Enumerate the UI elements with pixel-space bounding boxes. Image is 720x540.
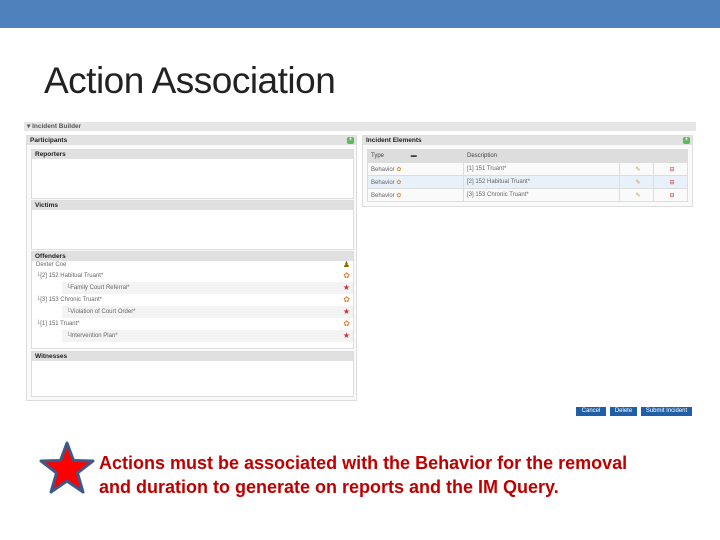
victims-section: Victims [31, 200, 354, 250]
behavior-icon: ✿ [396, 192, 402, 199]
behavior-row: └[3] 153 Chronic Truant* ✿ [36, 295, 350, 304]
type-cell: Behavior [371, 192, 395, 199]
reporters-section: Reporters [31, 149, 354, 199]
people-icon[interactable]: ♟ [343, 261, 350, 269]
reporters-header: Reporters [32, 150, 353, 159]
behavior-label: [2] 152 Habitual Truant* [40, 273, 104, 279]
action-star-icon[interactable]: ★ [343, 308, 350, 316]
behavior-row: └[2] 152 Habitual Truant* ✿ [36, 271, 350, 280]
elements-table-wrap: Type ▬ Description Behavior ✿ [1] 151 Trua… [367, 149, 688, 202]
remove-icon[interactable]: ⊟ [653, 188, 688, 202]
description-cell: [2] 152 Habitual Truant* [463, 175, 620, 189]
table-row[interactable]: Behavior ✿ [2] 152 Habitual Truant* ✎ ⊟ [367, 175, 688, 189]
behavior-icon[interactable]: ✿ [343, 272, 350, 280]
edit-icon[interactable]: ✎ [619, 162, 654, 176]
column-header-edit [619, 149, 654, 163]
column-header-type[interactable]: Type ▬ [367, 149, 464, 163]
offender-row: Dexter Coe ♟ [32, 261, 353, 270]
behavior-icon: ✿ [396, 166, 402, 173]
participants-label: Participants [30, 137, 68, 144]
victims-header: Victims [32, 201, 353, 210]
star-icon [39, 441, 95, 494]
incident-builder-screenshot: ▾ Incident Builder Participants + Reporte… [24, 122, 696, 420]
action-label: Intervention Plan* [70, 333, 118, 339]
witnesses-header: Witnesses [32, 352, 353, 361]
cancel-button[interactable]: Cancel [576, 407, 606, 416]
column-header-description[interactable]: Description [463, 149, 620, 163]
participants-header: Participants + [27, 136, 356, 145]
incident-builder-header[interactable]: ▾ Incident Builder [24, 122, 696, 131]
remove-icon[interactable]: ⊟ [653, 175, 688, 189]
behavior-label: [1] 151 Truant* [40, 321, 80, 327]
add-icon[interactable]: + [347, 137, 354, 144]
edit-icon[interactable]: ✎ [619, 188, 654, 202]
incident-elements-label: Incident Elements [366, 137, 422, 144]
type-cell: Behavior [371, 166, 395, 173]
incident-elements-header: Incident Elements + [363, 136, 692, 145]
action-row: └Intervention Plan* ★ [62, 330, 353, 342]
top-bar [0, 0, 720, 28]
action-label: Family Court Referral* [70, 285, 130, 291]
action-star-icon[interactable]: ★ [343, 332, 350, 340]
description-cell: [1] 151 Truant* [463, 162, 620, 176]
witnesses-section: Witnesses [31, 351, 354, 397]
add-icon[interactable]: + [683, 137, 690, 144]
type-cell: Behavior [371, 179, 395, 186]
offenders-header: Offenders [32, 252, 353, 261]
behavior-icon[interactable]: ✿ [343, 320, 350, 328]
table-row[interactable]: Behavior ✿ [1] 151 Truant* ✎ ⊟ [367, 162, 688, 176]
description-cell: [3] 153 Chronic Truant* [463, 188, 620, 202]
sort-icon: ▬ [410, 153, 417, 159]
action-row: └Violation of Court Order* ★ [62, 306, 353, 318]
incident-builder-label: Incident Builder [32, 123, 82, 130]
incident-elements-panel: Incident Elements + Type ▬ Description Beh… [362, 135, 693, 207]
behavior-row: └[1] 151 Truant* ✿ [36, 319, 350, 328]
edit-icon[interactable]: ✎ [619, 175, 654, 189]
elements-table: Type ▬ Description Behavior ✿ [1] 151 Trua… [367, 149, 688, 202]
type-label: Type [371, 153, 385, 159]
delete-button[interactable]: Delete [610, 407, 637, 416]
action-row: └Family Court Referral* ★ [62, 282, 353, 294]
participants-panel: Participants + Reporters Victims Offender… [26, 135, 357, 401]
action-star-icon[interactable]: ★ [343, 284, 350, 292]
table-row[interactable]: Behavior ✿ [3] 153 Chronic Truant* ✎ ⊟ [367, 188, 688, 202]
behavior-icon: ✿ [396, 179, 402, 186]
action-label: Violation of Court Order* [70, 309, 136, 315]
offenders-section: Offenders Dexter Coe ♟ └[2] 152 Habitual … [31, 251, 354, 349]
column-header-delete [653, 149, 688, 163]
slide-note: Actions must be associated with the Beha… [99, 453, 628, 497]
slide-title: Action Association [44, 60, 336, 101]
offender-name: Dexter Coe [36, 262, 67, 268]
behavior-label: [3] 153 Chronic Truant* [40, 297, 102, 303]
behavior-icon[interactable]: ✿ [343, 296, 350, 304]
remove-icon[interactable]: ⊟ [653, 162, 688, 176]
submit-incident-button[interactable]: Submit Incident [641, 407, 692, 416]
